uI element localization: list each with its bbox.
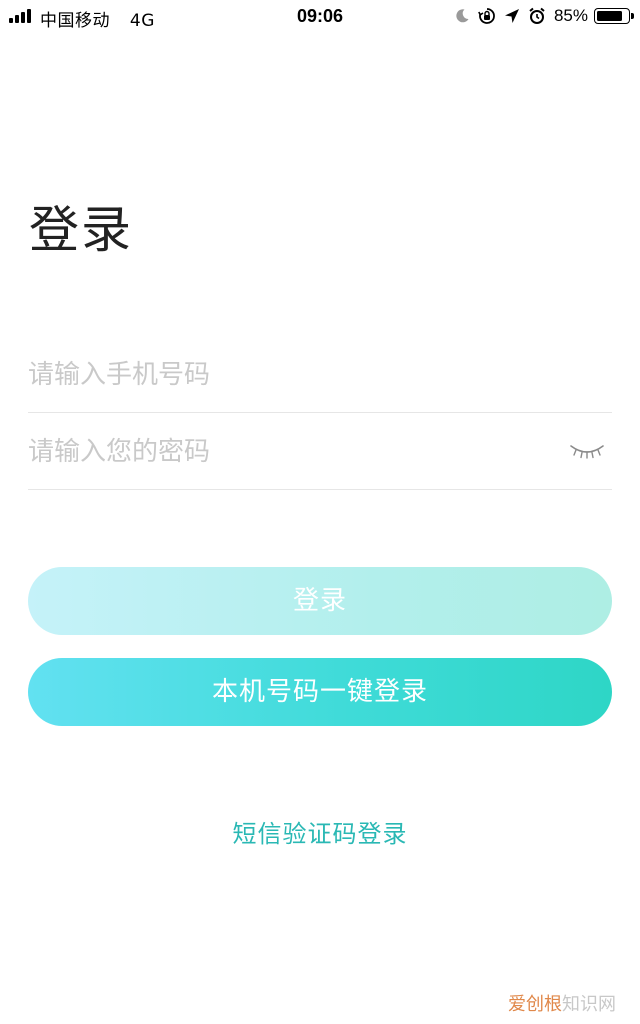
eye-closed-icon[interactable] xyxy=(568,438,606,462)
location-arrow-icon xyxy=(504,8,520,24)
battery-percentage: 85% xyxy=(553,6,588,25)
phone-input[interactable] xyxy=(28,337,548,412)
battery-icon xyxy=(594,8,634,24)
status-right-group: 85% xyxy=(454,5,634,27)
phone-field xyxy=(28,337,612,413)
status-bar: 中国移动 4G 09:06 85% xyxy=(0,0,640,34)
login-screen: 中国移动 4G 09:06 85% 登录 请输入手机号码 登录 本机号码一键登录… xyxy=(0,0,640,1024)
login-button[interactable]: 登录 xyxy=(28,567,612,635)
sms-code-login-link[interactable]: 短信验证码登录 xyxy=(0,814,640,849)
one-key-login-button[interactable]: 本机号码一键登录 xyxy=(28,658,612,726)
watermark-rest: 知识网 xyxy=(562,994,616,1015)
alarm-icon xyxy=(528,7,546,25)
watermark-accent: 爱创根 xyxy=(508,994,562,1015)
password-field xyxy=(28,414,612,490)
watermark: 爱创根知识网 xyxy=(508,990,616,1016)
password-input[interactable] xyxy=(28,414,548,489)
rotation-lock-icon xyxy=(478,7,496,25)
battery-fill xyxy=(597,11,622,21)
page-title: 登录 xyxy=(29,201,133,259)
moon-icon xyxy=(454,8,470,24)
